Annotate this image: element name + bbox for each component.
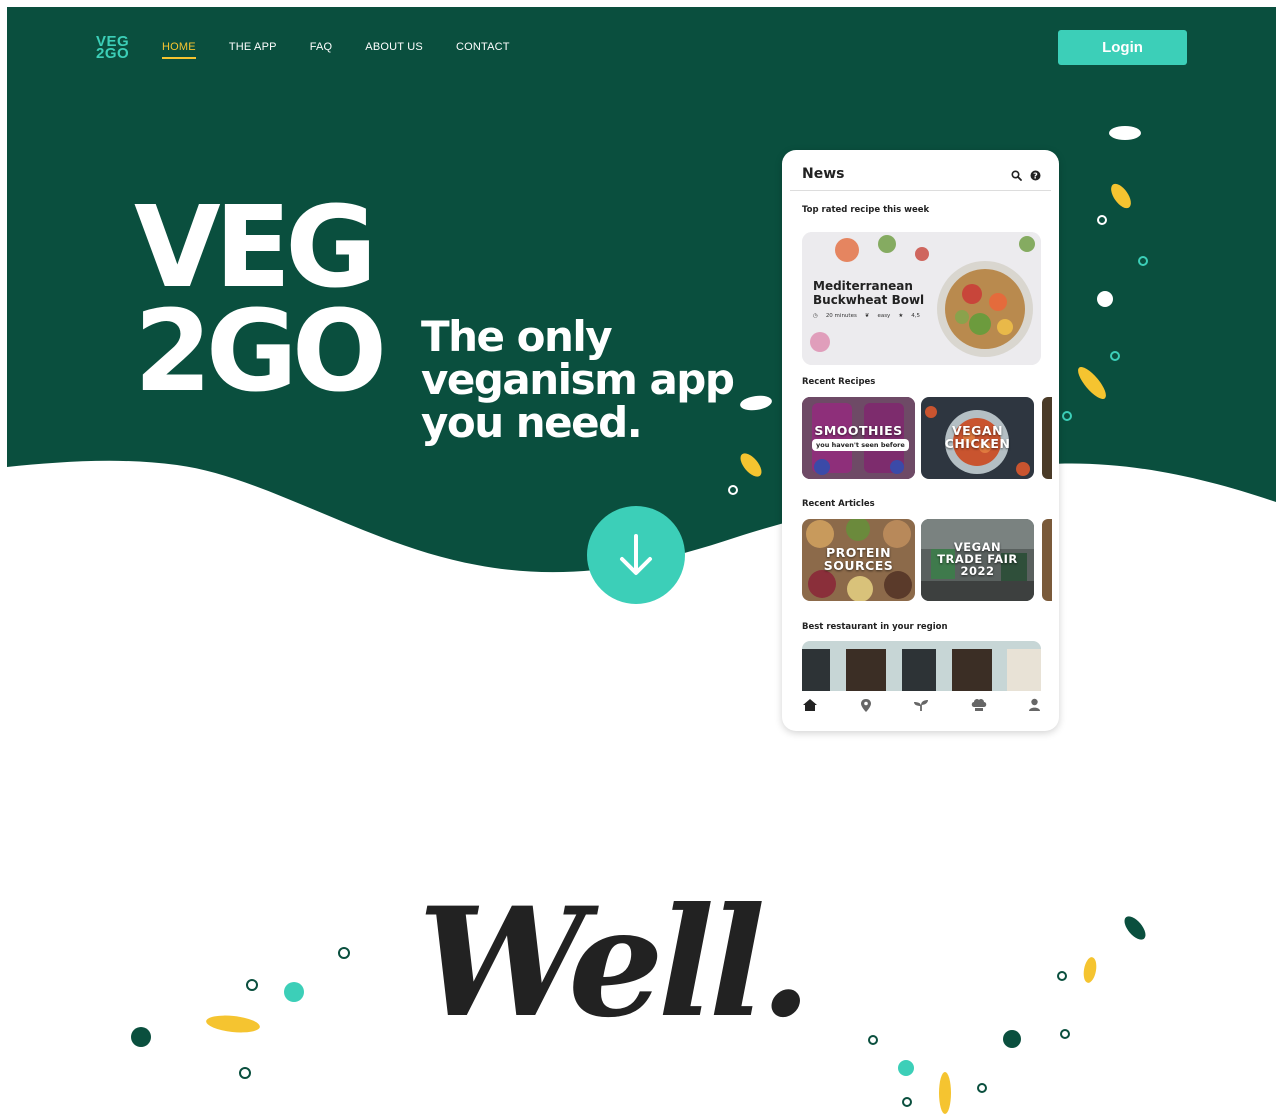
restaurant-card[interactable]	[802, 641, 1041, 691]
card-title-line-3: 2022	[960, 564, 995, 578]
recipe-rating: 4,5	[911, 313, 920, 319]
svg-text:?: ?	[1033, 172, 1038, 181]
location-pin-icon[interactable]	[860, 698, 872, 713]
search-icon[interactable]	[1011, 170, 1022, 181]
featured-recipe-card[interactable]: Mediterranean Buckwheat Bowl ◷ 20 minute…	[802, 232, 1041, 365]
help-icon[interactable]: ?	[1030, 170, 1041, 181]
confetti-shape	[740, 395, 772, 411]
confetti-dot	[1097, 291, 1113, 307]
confetti-ring	[239, 1067, 251, 1079]
confetti-dot	[284, 982, 304, 1002]
confetti-ring	[868, 1035, 878, 1045]
confetti-shape	[1083, 957, 1097, 983]
article-card-protein-sources[interactable]: PROTEIN SOURCES	[802, 519, 915, 601]
confetti-ring	[246, 979, 258, 991]
confetti-shape	[740, 453, 762, 477]
confetti-dot	[1003, 1030, 1021, 1048]
well-script-heading: Well...	[418, 875, 810, 1045]
card-title-line-2: CHICKEN	[944, 436, 1011, 451]
recipe-card-title: VEGAN CHICKEN	[921, 424, 1034, 450]
sprout-icon[interactable]	[913, 698, 929, 712]
recipe-difficulty: easy	[877, 313, 891, 319]
confetti-ring	[977, 1083, 987, 1093]
recipe-card-peek	[1042, 397, 1052, 479]
confetti-dot	[131, 1027, 151, 1047]
confetti-shape	[939, 1072, 951, 1114]
star-icon: ★	[898, 313, 904, 319]
restaurant-image	[802, 641, 1041, 691]
script-text: Well...	[418, 875, 810, 1045]
landing-page: VEG 2GO HOME THE APP FAQ ABOUT US CONTAC…	[0, 0, 1280, 1115]
featured-recipe-meta: ◷ 20 minutes ❦ easy ★ 4,5	[813, 313, 920, 319]
user-icon[interactable]	[1028, 698, 1041, 712]
leaf-icon: ❦	[864, 313, 870, 319]
article-card-title: VEGAN TRADE FAIR 2022	[921, 541, 1034, 577]
section-heading-recent-recipes: Recent Recipes	[802, 377, 876, 387]
confetti-shape	[1078, 367, 1106, 399]
home-icon[interactable]	[802, 698, 818, 712]
confetti-ring	[338, 947, 350, 959]
app-phone-mockup: News ? Top rated recipe this week Medite…	[782, 150, 1059, 731]
confetti-shape	[206, 1015, 260, 1033]
phone-header-title: News	[802, 166, 845, 182]
arrow-down-icon	[620, 534, 652, 575]
phone-header-icons: ?	[1011, 170, 1041, 181]
confetti-ring	[1110, 351, 1120, 361]
confetti-ring	[1097, 215, 1107, 225]
confetti-shape	[1109, 126, 1141, 140]
article-card-title: PROTEIN SOURCES	[802, 546, 915, 572]
featured-recipe-title: Mediterranean Buckwheat Bowl	[813, 279, 924, 307]
scroll-down-button[interactable]	[587, 506, 685, 604]
recipe-time: 20 minutes	[825, 313, 857, 319]
section-heading-top-rated: Top rated recipe this week	[802, 205, 930, 215]
confetti-dot	[898, 1060, 914, 1076]
section-heading-recent-articles: Recent Articles	[802, 499, 875, 509]
clock-icon: ◷	[813, 313, 818, 319]
chef-hat-icon[interactable]	[971, 698, 987, 712]
recipe-card-smoothies[interactable]: SMOOTHIES you haven't seen before	[802, 397, 915, 479]
confetti-ring	[1138, 256, 1148, 266]
phone-tab-bar	[782, 698, 1059, 720]
featured-title-line-1: Mediterranean	[813, 279, 913, 293]
confetti-shape	[1124, 916, 1146, 940]
confetti-shape	[1111, 183, 1131, 209]
divider	[790, 190, 1051, 191]
article-card-peek	[1042, 519, 1052, 601]
confetti-ring	[902, 1097, 912, 1107]
confetti-ring	[728, 485, 738, 495]
recipe-card-title: SMOOTHIES	[814, 423, 903, 438]
smoothies-image	[802, 397, 915, 479]
section-heading-best-restaurant: Best restaurant in your region	[802, 622, 948, 632]
confetti-ring	[1060, 1029, 1070, 1039]
recipe-card-vegan-chicken[interactable]: VEGAN CHICKEN	[921, 397, 1034, 479]
confetti-ring	[1057, 971, 1067, 981]
article-card-vegan-trade-fair[interactable]: VEGAN TRADE FAIR 2022	[921, 519, 1034, 601]
featured-title-line-2: Buckwheat Bowl	[813, 293, 925, 307]
recipe-card-subtitle: you haven't seen before	[812, 439, 909, 451]
confetti-ring	[1062, 411, 1072, 421]
card-title-line-2: SOURCES	[823, 558, 894, 573]
